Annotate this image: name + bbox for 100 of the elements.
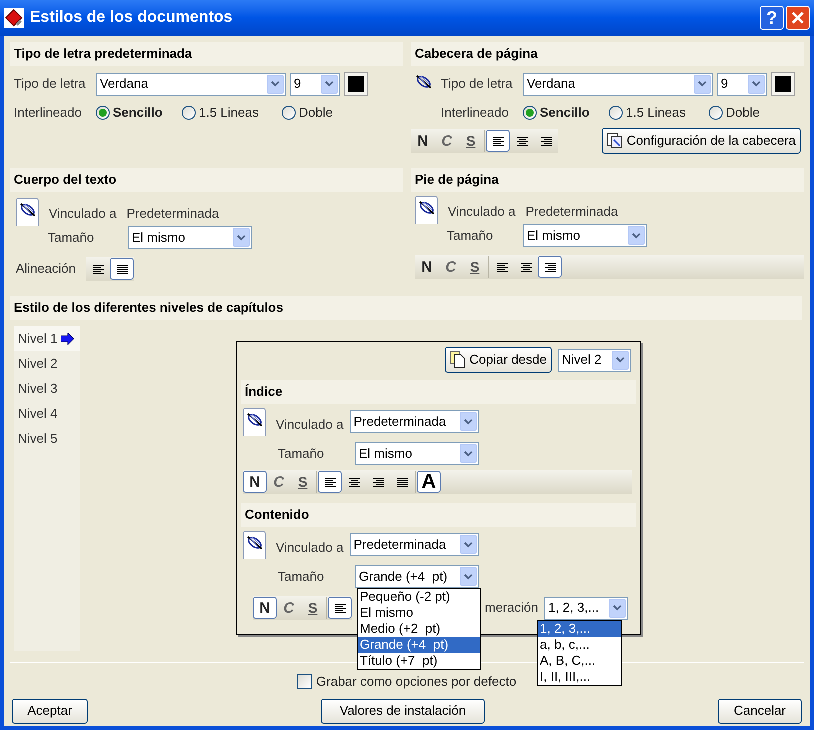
section-header: Cabecera de página: [411, 42, 804, 66]
align-left-icon: [334, 604, 346, 612]
radio-label: 1.5 Lineas: [626, 104, 686, 122]
size-dropdown[interactable]: El mismo: [355, 442, 479, 465]
document-icon: [450, 351, 466, 369]
level-item[interactable]: Nivel 3: [14, 376, 80, 401]
linked-dropdown[interactable]: Predeterminada: [350, 410, 479, 433]
feather-icon: [18, 202, 36, 218]
level-dropdown[interactable]: Nivel 2: [558, 348, 631, 372]
chevron-icon: [321, 74, 338, 94]
field-label: Interlineado: [441, 104, 510, 122]
list-option[interactable]: A, B, C,...: [538, 653, 621, 669]
bold-button[interactable]: N: [253, 597, 277, 619]
radio-button[interactable]: [282, 106, 296, 120]
chevron-icon: [748, 74, 765, 94]
chevron-icon: [460, 412, 477, 431]
linked-dropdown[interactable]: Predeterminada: [350, 533, 479, 556]
alignment-button[interactable]: [110, 258, 134, 280]
close-icon: [791, 11, 805, 25]
color-button[interactable]: [344, 72, 368, 96]
italic-button[interactable]: C: [267, 471, 291, 493]
align-left-icon: [324, 478, 336, 486]
field-label: Vinculado a: [276, 540, 344, 555]
size-dropdown[interactable]: El mismo: [128, 226, 252, 249]
radio-label: Doble: [726, 104, 760, 122]
header-settings-button[interactable]: Configuración de la cabecera: [602, 128, 801, 154]
link-toggle[interactable]: [415, 196, 438, 224]
link-toggle[interactable]: [243, 531, 266, 559]
list-option[interactable]: a, b, c,...: [538, 637, 621, 653]
underline-button[interactable]: S: [463, 256, 487, 278]
radio-button[interactable]: [523, 106, 537, 120]
alignment-button[interactable]: [538, 256, 562, 278]
field-label: Tipo de letra: [441, 75, 514, 94]
feather-icon: [418, 200, 436, 216]
italic-button[interactable]: C: [277, 597, 301, 619]
align-right-icon: [372, 478, 384, 486]
list-option[interactable]: Pequeño (-2 pt): [358, 589, 480, 605]
level-item[interactable]: Nivel 5: [14, 426, 80, 451]
underline-button[interactable]: S: [291, 471, 315, 493]
section-header: Contenido: [241, 503, 636, 527]
size-dropdown[interactable]: Grande (+4 pt): [355, 565, 479, 588]
italic-button[interactable]: C: [435, 130, 459, 152]
level-item[interactable]: Nivel 4: [14, 401, 80, 426]
underline-button[interactable]: S: [459, 130, 483, 152]
list-option[interactable]: Medio (+2 pt): [358, 621, 480, 637]
font-dropdown[interactable]: Verdana: [523, 72, 713, 96]
checkbox[interactable]: [297, 674, 312, 690]
linked-value: Predeterminada: [526, 203, 618, 221]
chevron-icon: [628, 226, 645, 245]
align-center-icon: [348, 478, 360, 486]
help-button[interactable]: ?: [760, 6, 784, 30]
color-button[interactable]: [771, 72, 795, 96]
chevron-icon: [267, 74, 284, 94]
level-item[interactable]: Nivel 1: [14, 326, 80, 351]
align-left-icon: [492, 136, 504, 146]
close-button[interactable]: [786, 6, 810, 30]
radio-button[interactable]: [96, 106, 110, 120]
bold-button[interactable]: N: [243, 471, 267, 493]
alignment-button[interactable]: [486, 130, 510, 152]
copy-from-button[interactable]: Copiar desde: [444, 347, 552, 373]
bold-button[interactable]: N: [415, 256, 439, 278]
list-option[interactable]: Grande (+4 pt): [358, 637, 480, 653]
radio-label: 1.5 Lineas: [199, 104, 259, 122]
size-dropdown[interactable]: 9: [717, 72, 767, 96]
align-center-icon: [516, 136, 528, 146]
field-label: Alineación: [16, 260, 77, 278]
chevron-icon: [233, 228, 250, 247]
align-right-icon: [544, 262, 556, 272]
app-icon: [4, 8, 24, 28]
font-dropdown[interactable]: Verdana: [96, 72, 286, 96]
field-label: Vinculado a: [276, 417, 344, 432]
level-item[interactable]: Nivel 2: [14, 351, 80, 376]
radio-button[interactable]: [182, 106, 196, 120]
underline-button[interactable]: S: [301, 597, 325, 619]
dialog-button[interactable]: Valores de instalación: [321, 698, 485, 724]
link-toggle[interactable]: [243, 408, 266, 436]
feather-icon: [415, 74, 433, 90]
numbering-dropdown[interactable]: 1, 2, 3,...: [544, 596, 628, 620]
field-label: Tipo de letra: [14, 75, 87, 94]
bold-button[interactable]: N: [411, 130, 435, 152]
font-button[interactable]: A: [417, 471, 441, 493]
align-left-icon: [496, 262, 508, 272]
alignment-button[interactable]: [318, 471, 342, 493]
list-option[interactable]: El mismo: [358, 605, 480, 621]
size-dropdown[interactable]: El mismo: [523, 224, 647, 247]
radio-label: Doble: [299, 104, 333, 122]
dialog-button[interactable]: Aceptar: [12, 698, 88, 724]
radio-button[interactable]: [709, 106, 723, 120]
list-option[interactable]: I, II, III,...: [538, 669, 621, 685]
chevron-icon: [460, 535, 477, 554]
section-header: Pie de página: [411, 168, 804, 192]
list-option[interactable]: Título (+7 pt): [358, 653, 480, 669]
alignment-button[interactable]: [328, 597, 352, 619]
list-option[interactable]: 1, 2, 3,...: [538, 621, 621, 637]
link-toggle[interactable]: [16, 198, 39, 226]
radio-button[interactable]: [609, 106, 623, 120]
size-dropdown[interactable]: 9: [290, 72, 340, 96]
linked-label: Vinculado a: [448, 203, 516, 221]
italic-button[interactable]: C: [439, 256, 463, 278]
dialog-button[interactable]: Cancelar: [718, 698, 802, 724]
